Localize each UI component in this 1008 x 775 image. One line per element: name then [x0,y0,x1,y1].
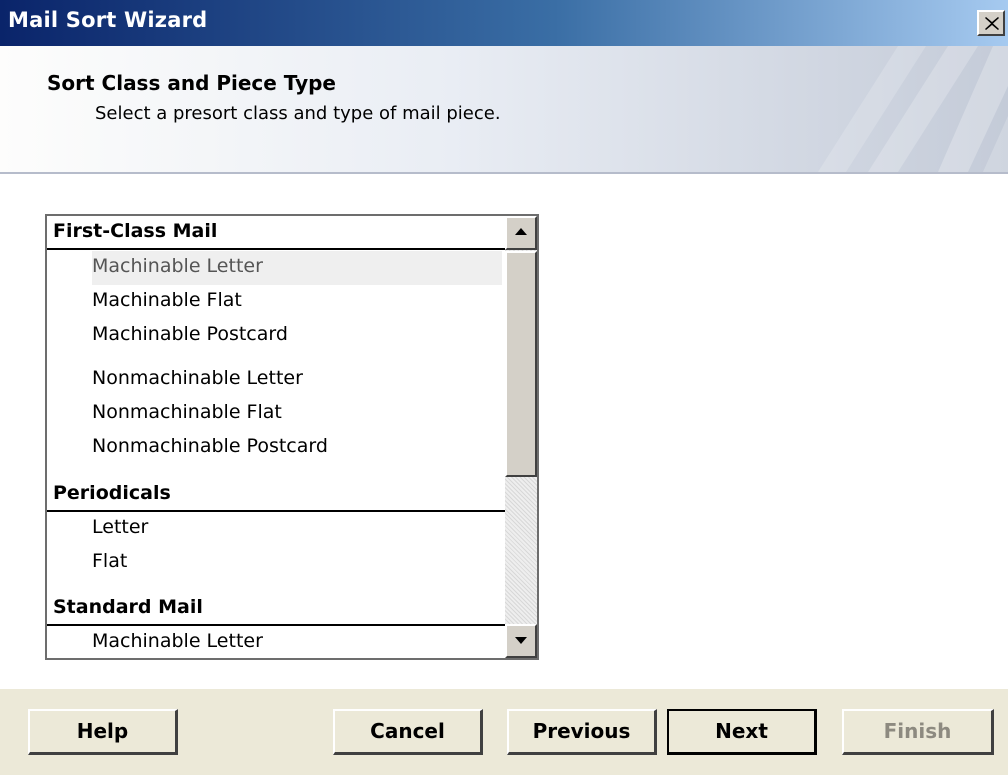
list-item-label: Letter [92,516,149,538]
title-bar[interactable]: Mail Sort Wizard [0,0,1008,46]
previous-button[interactable]: Previous [507,709,657,755]
wizard-header: Sort Class and Piece Type Select a preso… [0,46,1008,174]
list-item[interactable]: Nonmachinable Postcard [92,431,502,465]
group-label: Standard Mail [53,596,203,618]
decorative-stripes [818,46,1008,172]
list-item-label: Machinable Letter [92,255,263,277]
window-title: Mail Sort Wizard [8,8,208,32]
page-title: Sort Class and Piece Type [47,71,336,95]
wizard-content: First-Class Mail Machinable Letter Machi… [0,174,1008,689]
list-item-label: Flat [92,550,128,572]
group-label: Periodicals [53,482,171,504]
list-item-label: Machinable Letter [92,630,263,652]
list-item-label: Machinable Flat [92,289,242,311]
list-item[interactable]: Machinable Letter [92,626,502,658]
list-item[interactable]: Letter [92,512,502,546]
page-subtitle: Select a presort class and type of mail … [95,103,501,124]
mail-piece-listbox[interactable]: First-Class Mail Machinable Letter Machi… [45,214,539,660]
list-item-label: Nonmachinable Letter [92,367,303,389]
list-item[interactable]: Machinable Flat [92,285,502,319]
list-item[interactable]: Machinable Postcard [92,319,502,353]
close-icon [985,17,999,30]
finish-button[interactable]: Finish [842,709,994,755]
next-button[interactable]: Next [667,709,817,755]
list-item-label: Nonmachinable Postcard [92,435,328,457]
group-header-first-class: First-Class Mail [47,216,505,250]
cancel-button[interactable]: Cancel [333,709,483,755]
scroll-up-button[interactable] [505,216,537,250]
arrow-down-icon [515,637,527,644]
group-header-standard-mail: Standard Mail [47,592,505,626]
arrow-up-icon [515,228,527,235]
close-button[interactable] [977,10,1005,36]
wizard-window: Mail Sort Wizard Sort Class and Piece Ty… [0,0,1008,775]
group-label: First-Class Mail [53,220,218,242]
list-item-disabled: Machinable Letter [92,251,502,285]
vertical-scrollbar[interactable] [505,216,537,658]
list-item-label: Nonmachinable Flat [92,401,282,423]
list-items-container: First-Class Mail Machinable Letter Machi… [47,216,505,658]
wizard-footer: Help Cancel Previous Next Finish [0,689,1008,775]
scrollbar-thumb[interactable] [505,251,537,477]
list-item[interactable]: Nonmachinable Flat [92,397,502,431]
scroll-down-button[interactable] [505,624,537,658]
list-item[interactable]: Flat [92,546,502,580]
group-header-periodicals: Periodicals [47,478,505,512]
list-item-label: Machinable Postcard [92,323,288,345]
help-button[interactable]: Help [28,709,178,755]
list-item[interactable]: Nonmachinable Letter [92,363,502,397]
